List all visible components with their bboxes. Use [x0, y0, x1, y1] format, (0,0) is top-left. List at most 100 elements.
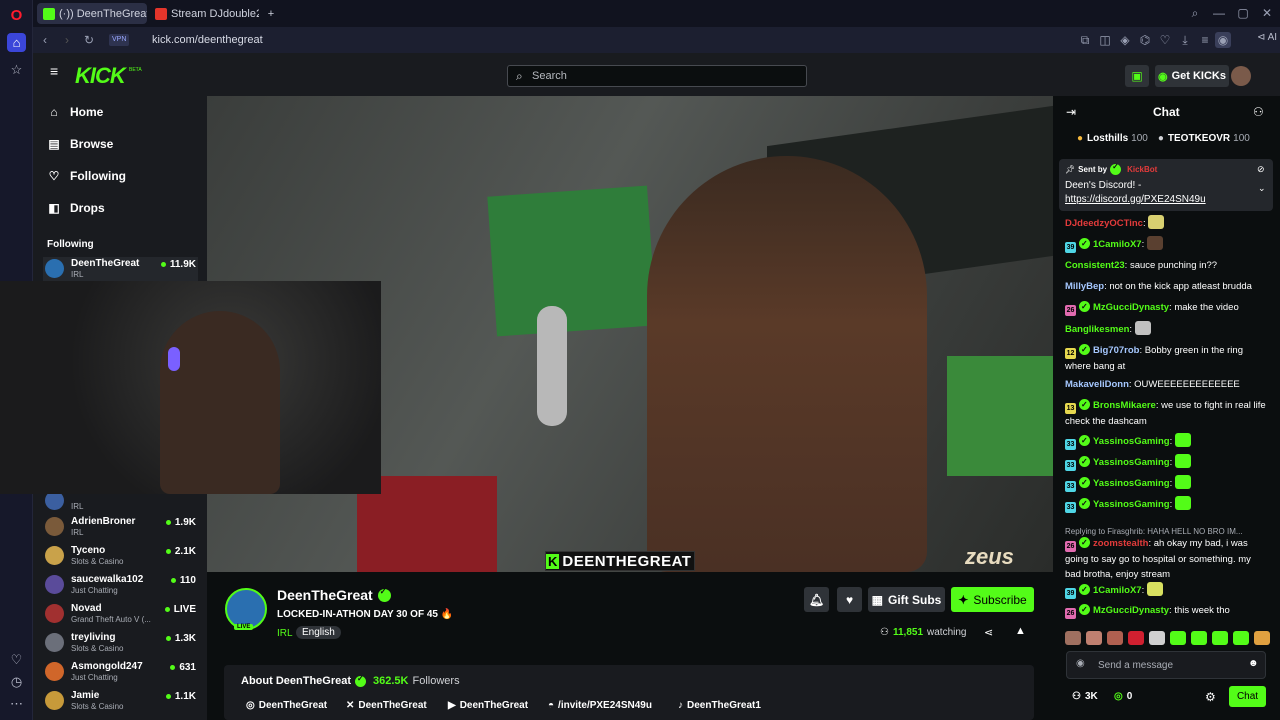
chat-username[interactable]: Big707rob — [1093, 345, 1139, 356]
report-icon[interactable]: ▲ — [1015, 625, 1026, 637]
social-tiktok[interactable]: ♪ DeenTheGreat1 — [678, 700, 761, 711]
subscribe-button[interactable]: ✦ Subscribe — [951, 587, 1034, 612]
social-youtube[interactable]: ▶ DeenTheGreat — [448, 700, 528, 711]
tab-deenthegreat[interactable]: (·)) DeenTheGreat Stream — [37, 3, 147, 24]
new-tab-button[interactable]: + — [263, 3, 279, 24]
following-item[interactable]: DeenTheGreat IRL 11.9K — [43, 257, 198, 283]
social-discord[interactable]: ◓/invite/PXE24SN49u — [548, 700, 652, 711]
close-icon[interactable]: ✕ — [1259, 5, 1275, 21]
following-item[interactable]: Novad Grand Theft Auto V (... LIVE — [43, 602, 198, 628]
chat-message[interactable]: 26MzGucciDynasty: this week tho — [1065, 602, 1268, 619]
home-icon[interactable]: ⌂ — [7, 33, 26, 52]
chat-input[interactable]: ◉ Send a message ☻ — [1066, 651, 1266, 679]
nav-home[interactable]: ⌂ Home — [47, 105, 103, 119]
chat-username[interactable]: Consistent23 — [1065, 260, 1125, 271]
notification-bell-icon[interactable]: 🔔︎ — [804, 587, 829, 612]
search-input[interactable]: ⌕ Search — [507, 65, 807, 87]
chat-message[interactable]: 33YassinosGaming: — [1065, 454, 1268, 471]
chat-username[interactable]: YassinosGaming — [1093, 436, 1170, 447]
get-kicks-button[interactable]: ◉ Get KICKs — [1155, 65, 1229, 87]
emote-icon[interactable] — [1212, 631, 1228, 645]
download-icon[interactable]: ⤓ — [1177, 32, 1193, 48]
chevron-down-icon[interactable]: ⌄ — [1258, 183, 1266, 194]
user-badge-icon[interactable]: ◉ — [1076, 658, 1085, 669]
chat-message[interactable]: Banglikesmen: — [1065, 321, 1268, 337]
emote-icon[interactable] — [1149, 631, 1165, 645]
speed-dial-icon[interactable]: ☆ — [7, 60, 26, 79]
category-link[interactable]: IRL — [277, 628, 293, 639]
pinned-message[interactable]: 📌︎ Sent by KickBot Deen's Discord! - htt… — [1059, 159, 1273, 211]
chat-username[interactable]: YassinosGaming — [1093, 499, 1170, 510]
chat-message[interactable]: 33YassinosGaming: — [1065, 496, 1268, 513]
emote-icon[interactable] — [1086, 631, 1102, 645]
chat-message[interactable]: MillyBep: not on the kick app atleast br… — [1065, 279, 1268, 294]
social-x[interactable]: ✕ DeenTheGreat — [346, 700, 427, 711]
chat-message[interactable]: 13BronsMikaere: we use to fight in real … — [1065, 397, 1268, 429]
send-chat-button[interactable]: Chat — [1229, 686, 1266, 707]
user-avatar[interactable] — [1231, 66, 1251, 86]
settings-gear-icon[interactable]: ⚙ — [1205, 690, 1216, 704]
chat-message[interactable]: 391CamiloX7: — [1065, 582, 1268, 599]
nav-browse[interactable]: ▤ Browse — [47, 137, 113, 151]
emote-icon[interactable] — [1191, 631, 1207, 645]
maximize-icon[interactable]: ▢ — [1235, 5, 1251, 21]
following-item[interactable]: Tyceno Slots & Casino 2.1K — [43, 544, 198, 570]
chat-message[interactable]: 391CamiloX7: — [1065, 236, 1268, 253]
vpn-badge[interactable]: VPN — [109, 34, 130, 46]
chat-message[interactable]: 33YassinosGaming: — [1065, 475, 1268, 492]
emote-icon[interactable] — [1254, 631, 1270, 645]
camera-icon[interactable]: ◫ — [1097, 32, 1113, 48]
emote-icon[interactable] — [1107, 631, 1123, 645]
unpin-icon[interactable]: ⊘ — [1257, 164, 1265, 175]
search-icon[interactable]: ⌕ — [1187, 5, 1203, 21]
chat-username[interactable]: BronsMikaere — [1093, 400, 1156, 411]
extension-icon[interactable]: ⌬ — [1137, 32, 1153, 48]
forward-icon[interactable]: › — [59, 32, 75, 48]
emote-icon[interactable] — [1170, 631, 1186, 645]
back-icon[interactable]: ‹ — [37, 32, 53, 48]
url-field[interactable]: kick.com/deenthegreat — [152, 34, 263, 46]
tab-djdouble[interactable]: Stream DJdouble2024 | Li — [149, 3, 259, 24]
chat-username[interactable]: 1CamiloX7 — [1093, 585, 1142, 596]
chat-message[interactable]: 26MzGucciDynasty: make the video — [1065, 299, 1268, 316]
kicks-balance[interactable]: ⚇ 3K — [1072, 691, 1098, 702]
heart-icon[interactable]: ♡ — [7, 650, 26, 669]
pinned-link[interactable]: https://discord.gg/PXE24SN49u — [1065, 194, 1206, 205]
emote-icon[interactable] — [1233, 631, 1249, 645]
chat-username[interactable]: MillyBep — [1065, 281, 1104, 292]
channel-name[interactable]: DeenTheGreat — [277, 587, 394, 603]
chat-users-icon[interactable]: ⚇ — [1253, 105, 1264, 119]
shield-icon[interactable]: ◈ — [1117, 32, 1133, 48]
points-balance[interactable]: ◎ 0 — [1114, 691, 1132, 702]
reload-icon[interactable]: ↻ — [81, 32, 97, 48]
share-icon[interactable]: ⋖ — [984, 626, 993, 639]
chat-username[interactable]: 1CamiloX7 — [1093, 239, 1142, 250]
profile-icon[interactable]: ◉ — [1215, 32, 1231, 48]
chat-message[interactable]: 12Big707rob: Bobby green in the ring whe… — [1065, 342, 1268, 374]
minimize-icon[interactable]: — — [1211, 5, 1227, 21]
chat-username[interactable]: YassinosGaming — [1093, 478, 1170, 489]
chat-username[interactable]: MzGucciDynasty — [1093, 605, 1169, 616]
chat-message[interactable]: MakaveliDonn: OUWEEEEEEEEEEEEE — [1065, 377, 1268, 392]
following-item[interactable]: Asmongold247 Just Chatting 631 — [43, 660, 198, 686]
follow-heart-icon[interactable]: ♥ — [837, 587, 862, 612]
following-item[interactable]: saucewalka102 Just Chatting 110 — [43, 573, 198, 599]
chat-username[interactable]: DJdeedzyOCTinc — [1065, 218, 1143, 229]
collapse-chat-icon[interactable]: ⇥ — [1066, 105, 1076, 119]
chat-message[interactable]: DJdeedzyOCTinc: — [1065, 215, 1268, 231]
history-icon[interactable]: ◷ — [7, 672, 26, 691]
following-item[interactable]: AdrienBroner IRL 1.9K — [43, 515, 198, 541]
pip-webcam[interactable] — [0, 281, 381, 494]
more-icon[interactable]: ⋯ — [7, 694, 26, 713]
chat-username[interactable]: YassinosGaming — [1093, 457, 1170, 468]
following-item[interactable]: Jamie Slots & Casino 1.1K — [43, 689, 198, 715]
kick-logo[interactable]: KICK — [75, 63, 126, 89]
nav-following[interactable]: ♡ Following — [47, 169, 126, 183]
chat-username[interactable]: MzGucciDynasty — [1093, 302, 1169, 313]
emoji-icon[interactable]: ☻ — [1248, 658, 1259, 669]
snapshot-icon[interactable]: ⧉ — [1077, 32, 1093, 48]
hamburger-menu-icon[interactable]: ≡ — [50, 64, 64, 78]
chat-username[interactable]: Banglikesmen — [1065, 324, 1129, 335]
chat-message[interactable]: Consistent23: sauce punching in?? — [1065, 258, 1268, 273]
menu-icon[interactable]: ≡ — [1197, 32, 1213, 48]
